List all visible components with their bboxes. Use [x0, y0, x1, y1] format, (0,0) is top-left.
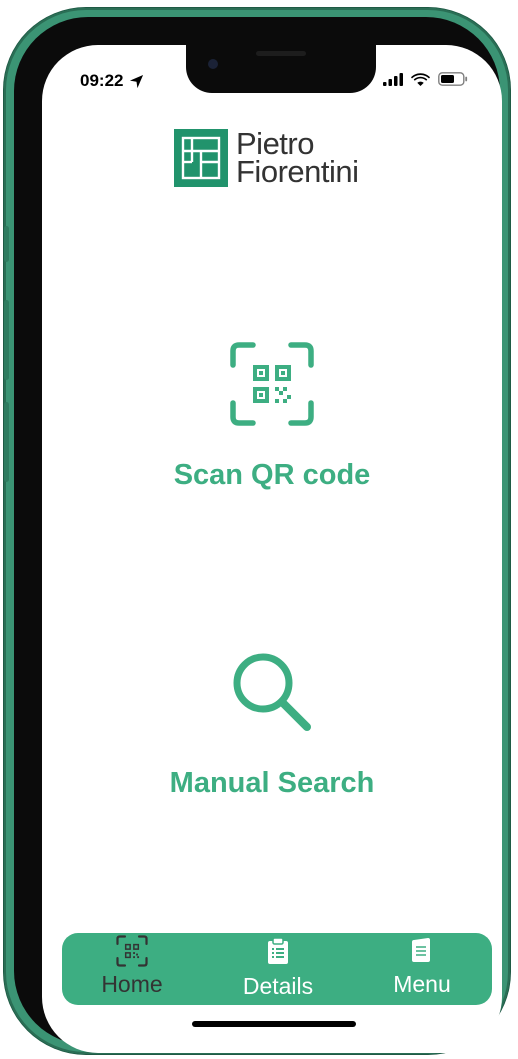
brand-logo: Pietro Fiorentini [174, 128, 359, 189]
brand-name-line2: Fiorentini [236, 154, 359, 189]
qr-code-icon [230, 342, 314, 426]
qr-code-icon [116, 935, 148, 967]
tab-details[interactable]: Details [228, 933, 328, 1005]
notch [186, 45, 376, 93]
home-indicator [192, 1021, 356, 1027]
status-time-text: 09:22 [80, 71, 124, 90]
tab-menu[interactable]: Menu [372, 933, 472, 1005]
phone-bezel: 09:22 Pietro Fiorentini Scan QR code Man… [14, 17, 502, 1053]
status-icons [383, 72, 468, 86]
side-button-mute [4, 226, 9, 262]
manual-search-button[interactable]: Manual Search [42, 649, 502, 800]
scan-qr-button[interactable]: Scan QR code [42, 341, 502, 492]
side-button-volume-up [4, 300, 9, 380]
document-icon [412, 938, 430, 962]
scan-qr-label: Scan QR code [173, 459, 371, 491]
app-screen: 09:22 Pietro Fiorentini Scan QR code Man… [42, 45, 502, 1053]
tab-details-label: Details [242, 973, 314, 999]
location-arrow-icon [130, 74, 144, 88]
logo-glyph [181, 136, 221, 180]
front-camera [208, 59, 218, 69]
bottom-tab-bar: Home Details Menu [62, 933, 492, 1005]
cellular-signal-icon [383, 72, 403, 86]
pietro-fiorentini-logo-icon [174, 129, 228, 187]
earpiece-speaker [256, 51, 306, 56]
tab-home[interactable]: Home [82, 933, 182, 1005]
status-time: 09:22 [80, 71, 144, 91]
battery-icon [438, 72, 468, 86]
wifi-icon [411, 73, 430, 86]
side-button-volume-down [4, 402, 9, 482]
clipboard-icon [268, 937, 288, 964]
brand-name: Pietro Fiorentini [236, 128, 359, 189]
tab-home-label: Home [101, 971, 163, 997]
manual-search-label: Manual Search [169, 767, 375, 799]
magnifier-icon [233, 653, 311, 731]
phone-frame: 09:22 Pietro Fiorentini Scan QR code Man… [4, 8, 510, 1054]
tab-menu-label: Menu [393, 971, 451, 997]
